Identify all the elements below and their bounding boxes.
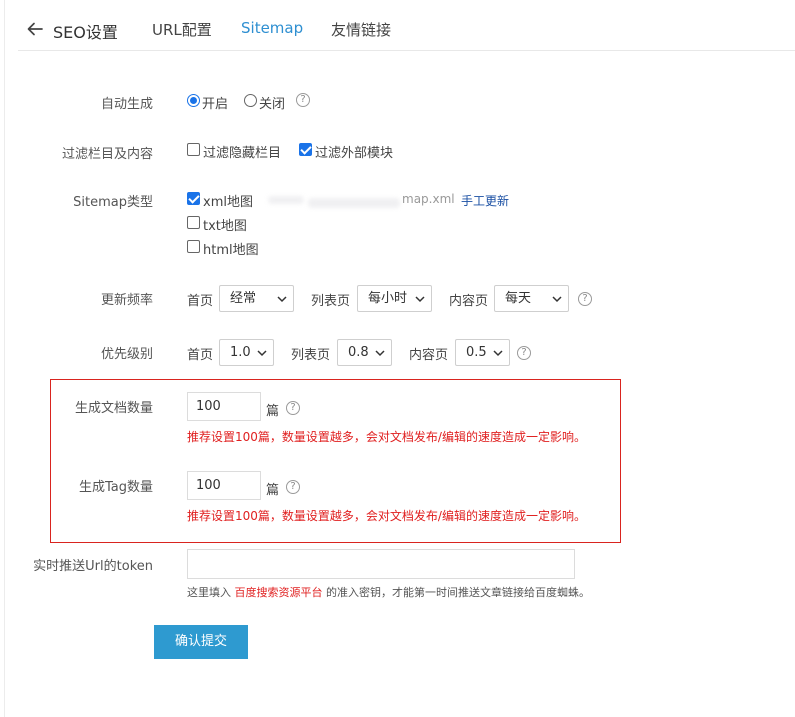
doc-count-label: 生成文档数量 [74,401,153,416]
page-title: SEO设置 [53,23,118,42]
priority-list-select[interactable]: 0.8 [337,339,392,366]
doc-count-unit: 篇 [266,404,280,419]
frequency-list-select[interactable]: 每小时 [357,285,432,312]
auto-generate-label: 自动生成 [100,97,153,112]
filter-external-label: 过滤外部模块 [315,146,394,161]
back-arrow-icon[interactable] [26,20,44,38]
left-border [4,0,5,717]
xml-url-redacted [268,196,304,204]
doc-count-warning: 推荐设置100篇，数量设置越多，会对文档发布/编辑的速度造成一定影响。 [187,430,586,444]
chevron-down-icon [257,348,267,358]
auto-generate-on-label: 开启 [202,97,229,112]
doc-count-help-icon[interactable]: ? [286,401,300,415]
priority-home-label: 首页 [187,348,214,363]
priority-content-select[interactable]: 0.5 [455,339,510,366]
xml-url[interactable]: map.xml [402,192,455,206]
xml-map-label: xml地图 [203,195,253,210]
html-map-checkbox[interactable] [187,240,200,253]
chevron-down-icon [277,294,287,304]
xml-map-checkbox[interactable] [187,192,200,205]
filter-external-checkbox[interactable] [299,143,312,156]
tag-count-warning: 推荐设置100篇，数量设置越多，会对文档发布/编辑的速度造成一定影响。 [187,509,586,523]
priority-home-value: 1.0 [230,345,251,360]
priority-label: 优先级别 [100,347,153,362]
manual-update-link[interactable]: 手工更新 [461,192,509,209]
frequency-list-value: 每小时 [368,291,408,306]
token-input[interactable] [187,549,575,579]
auto-generate-help-icon[interactable]: ? [296,93,310,107]
tag-count-input[interactable]: 100 [187,471,261,500]
tab-sitemap[interactable]: Sitemap [241,19,303,37]
priority-content-value: 0.5 [466,345,487,360]
token-hint: 这里填入 百度搜索资源平台 的准入密钥，才能第一时间推送文章链接给百度蜘蛛。 [187,584,590,600]
token-hint-prefix: 这里填入 [187,586,231,599]
tag-count-label: 生成Tag数量 [78,480,153,495]
frequency-help-icon[interactable]: ? [578,292,592,306]
xml-url-redacted [308,198,400,208]
txt-map-label: txt地图 [203,219,247,234]
html-map-label: html地图 [203,243,259,258]
frequency-content-label: 内容页 [449,294,489,309]
frequency-content-value: 每天 [505,291,532,306]
tab-url-config[interactable]: URL配置 [152,19,212,40]
tag-count-unit: 篇 [266,483,280,498]
chevron-down-icon [415,294,425,304]
priority-content-label: 内容页 [409,348,449,363]
sitemap-type-label: Sitemap类型 [73,195,153,210]
doc-count-value: 100 [196,399,221,414]
txt-map-checkbox[interactable] [187,216,200,229]
baidu-search-resource-link[interactable]: 百度搜索资源平台 [235,586,323,599]
frequency-home-select[interactable]: 经常 [219,285,294,312]
filter-label: 过滤栏目及内容 [61,147,153,162]
header: SEO设置 URL配置 Sitemap 友情链接 [0,0,795,52]
frequency-label: 更新频率 [100,293,153,308]
auto-generate-on-radio[interactable] [187,94,200,107]
filter-hidden-label: 过滤隐藏栏目 [203,146,282,161]
token-hint-suffix: 的准入密钥，才能第一时间推送文章链接给百度蜘蛛。 [326,586,590,599]
priority-home-select[interactable]: 1.0 [219,339,274,366]
tag-count-help-icon[interactable]: ? [286,480,300,494]
auto-generate-off-radio[interactable] [244,94,257,107]
chevron-down-icon [552,294,562,304]
auto-generate-off-label: 关闭 [259,97,286,112]
submit-button[interactable]: 确认提交 [154,625,248,659]
doc-count-input[interactable]: 100 [187,392,261,421]
filter-hidden-checkbox[interactable] [187,143,200,156]
frequency-home-value: 经常 [230,291,257,306]
priority-list-value: 0.8 [348,345,369,360]
frequency-content-select[interactable]: 每天 [494,285,569,312]
frequency-home-label: 首页 [187,294,214,309]
tab-friend-links[interactable]: 友情链接 [331,19,391,40]
chevron-down-icon [493,348,503,358]
tag-count-value: 100 [196,478,221,493]
priority-list-label: 列表页 [291,348,331,363]
frequency-list-label: 列表页 [311,294,351,309]
header-divider [18,50,795,51]
priority-help-icon[interactable]: ? [517,346,531,360]
chevron-down-icon [375,348,385,358]
token-label: 实时推送Url的token [33,559,153,574]
